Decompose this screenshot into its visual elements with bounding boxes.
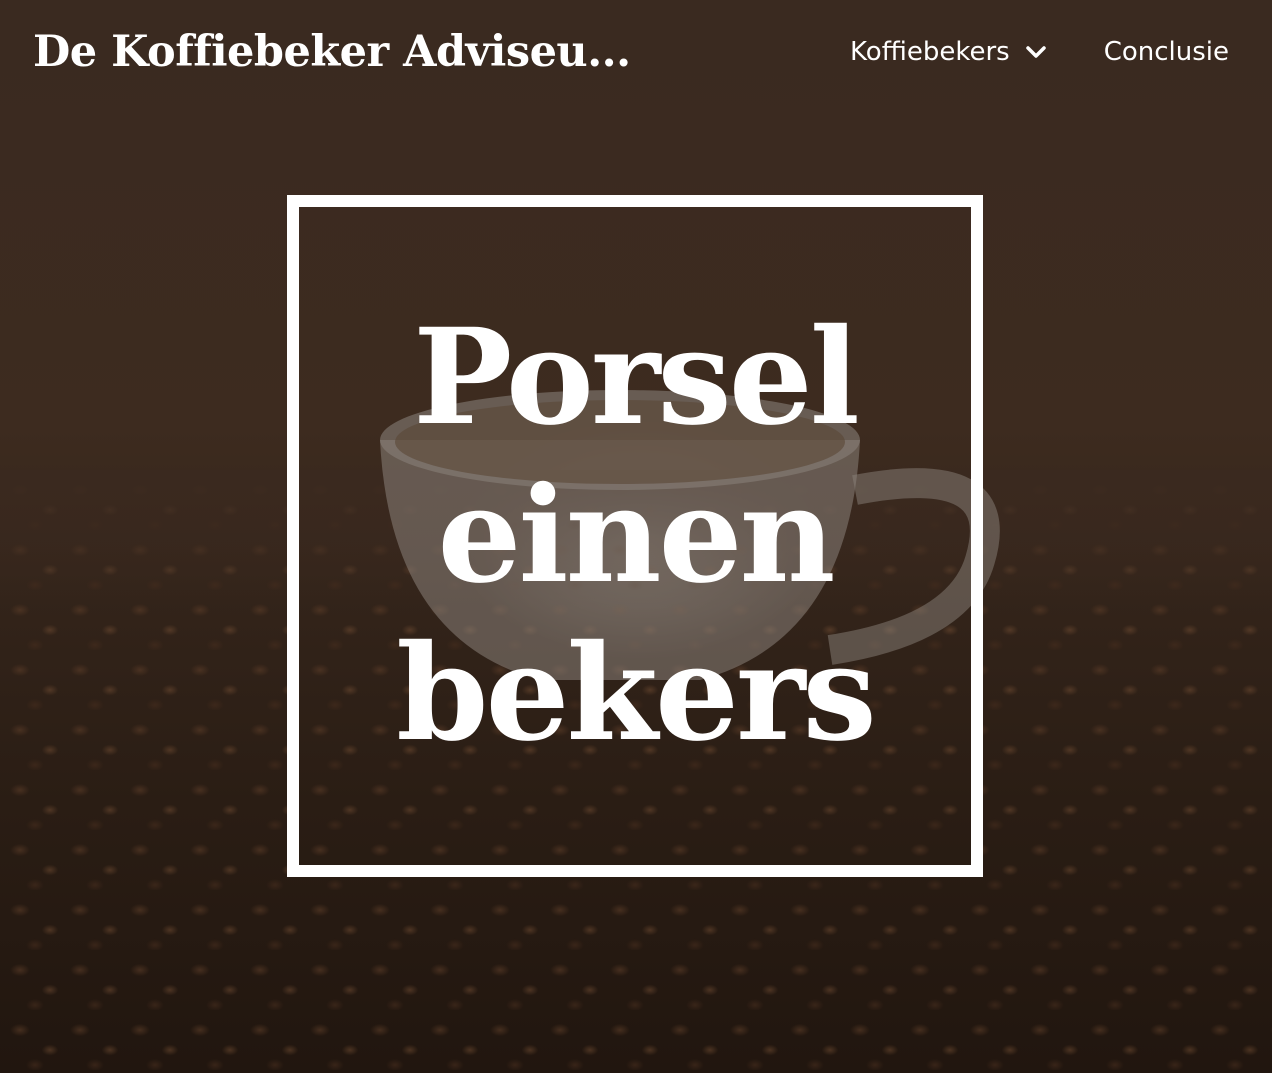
- site-title[interactable]: De Koffiebeker Adviseu...: [33, 24, 631, 80]
- site-header: De Koffiebeker Adviseu... Koffiebekers C…: [0, 0, 1272, 104]
- nav-item-koffiebekers[interactable]: Koffiebekers: [850, 34, 1048, 70]
- main-nav: Koffiebekers Conclusie: [850, 34, 1229, 70]
- nav-item-conclusie[interactable]: Conclusie: [1104, 34, 1229, 70]
- nav-item-label: Conclusie: [1103, 37, 1229, 67]
- hero-title-container: Porsel einen bekers: [287, 195, 983, 877]
- chevron-down-icon: [1025, 46, 1046, 58]
- hero-title: Porsel einen bekers: [396, 300, 877, 771]
- nav-item-label: Koffiebekers: [850, 37, 1010, 67]
